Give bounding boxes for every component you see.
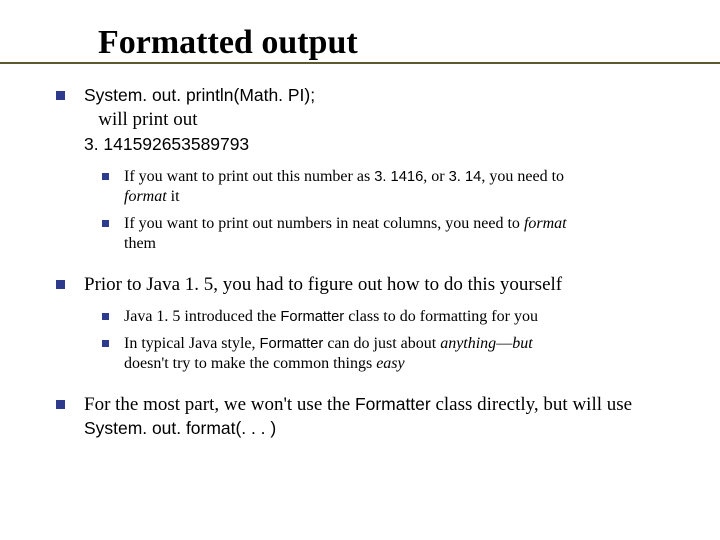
ital-format: format — [524, 215, 567, 232]
t: doesn't try to make the common things — [124, 355, 376, 372]
bullet-1-sub-2: If you want to print out numbers in neat… — [102, 214, 684, 255]
code-formatter: Formatter — [260, 336, 324, 352]
bullet-3: For the most part, we won't use the Form… — [56, 393, 684, 442]
t: If you want to print out numbers in neat… — [124, 215, 524, 232]
bullet-1-sublist: If you want to print out this number as … — [102, 167, 684, 255]
t: , or — [423, 168, 448, 185]
ital-easy: easy — [376, 355, 404, 372]
dash: — — [496, 335, 512, 352]
bullet-2: Prior to Java 1. 5, you had to figure ou… — [56, 273, 684, 375]
ital-anything: anything — [440, 335, 496, 352]
code-pi-value: 3. 141592653589793 — [84, 134, 249, 154]
t: class directly, but will use — [431, 394, 632, 415]
code-system-out-format: System. out. format(. . . ) — [84, 418, 276, 438]
slide: Formatted output System. out. println(Ma… — [0, 0, 720, 483]
main-bullet-list: System. out. println(Math. PI); will pri… — [56, 84, 684, 441]
t: Java 1. 5 introduced the — [124, 308, 280, 325]
text-will-print: will print out — [84, 109, 197, 130]
t: If you want to print out this number as — [124, 168, 374, 185]
code-println: System. out. println(Math. PI); — [84, 85, 315, 105]
t: , you need to — [481, 168, 564, 185]
title-underline — [0, 62, 720, 64]
text-prior-java: Prior to Java 1. 5, you had to figure ou… — [84, 274, 562, 295]
ital-but: but — [512, 335, 532, 352]
bullet-1-sub-1: If you want to print out this number as … — [102, 167, 684, 208]
code-formatter: Formatter — [355, 394, 431, 414]
bullet-2-sublist: Java 1. 5 introduced the Formatter class… — [102, 307, 684, 374]
code-3-14: 3. 14 — [449, 169, 482, 185]
ital-format: format — [124, 188, 167, 205]
t: it — [167, 188, 180, 205]
bullet-2-sub-2: In typical Java style, Formatter can do … — [102, 334, 684, 375]
bullet-2-sub-1: Java 1. 5 introduced the Formatter class… — [102, 307, 684, 327]
t: For the most part, we won't use the — [84, 394, 355, 415]
bullet-1: System. out. println(Math. PI); will pri… — [56, 84, 684, 255]
slide-title: Formatted output — [98, 24, 684, 62]
t: In typical Java style, — [124, 335, 260, 352]
t: them — [124, 235, 156, 252]
code-formatter: Formatter — [280, 309, 344, 325]
code-3-1416: 3. 1416 — [374, 169, 423, 185]
t: can do just about — [323, 335, 440, 352]
t: class to do formatting for you — [344, 308, 538, 325]
